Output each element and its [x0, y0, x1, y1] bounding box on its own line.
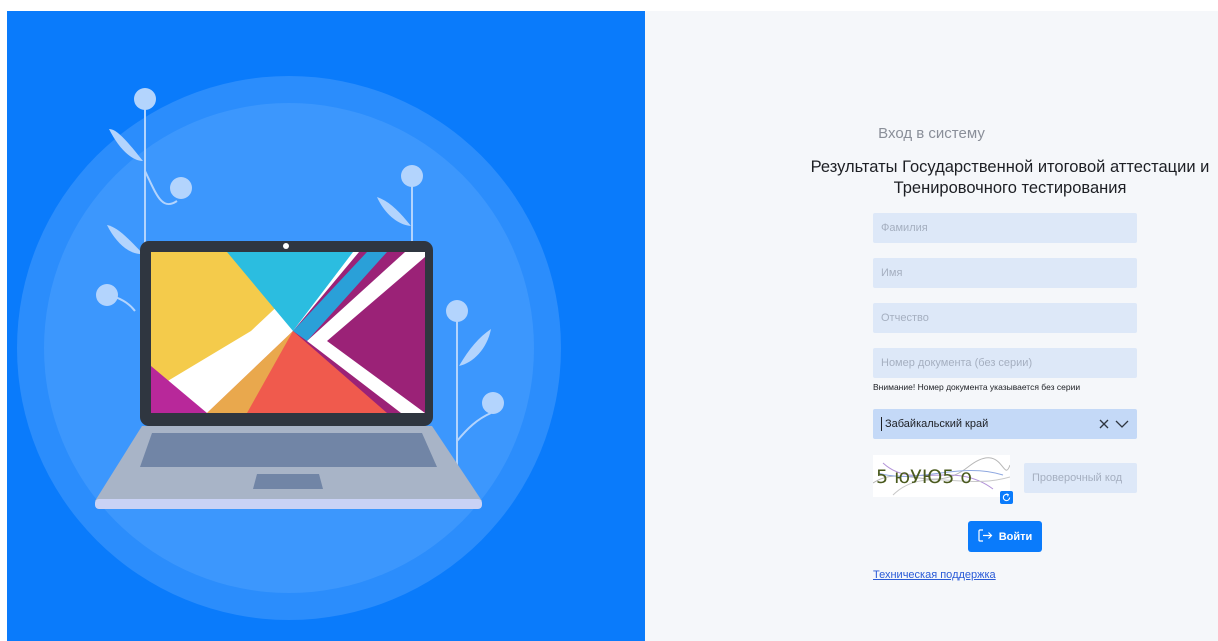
laptop [95, 241, 482, 509]
region-select[interactable]: Забайкальский край [873, 409, 1137, 439]
illustration-panel [7, 11, 645, 641]
login-panel: Вход в систему Результаты Государственно… [645, 11, 1218, 641]
surname-input[interactable] [873, 213, 1137, 243]
login-heading: Вход в систему [878, 125, 985, 142]
laptop-touchpad [253, 474, 323, 489]
login-arrow-icon [978, 528, 993, 545]
laptop-illustration [17, 76, 561, 620]
page-subtitle: Результаты Государственной итоговой атте… [810, 158, 1210, 197]
document-note: Внимание! Номер документа указывается бе… [873, 382, 1081, 392]
laptop-front-edge [95, 499, 482, 509]
login-button[interactable]: Войти [968, 521, 1042, 552]
captcha-code: 5 юУЮ5 о [876, 466, 972, 488]
refresh-icon[interactable] [1000, 491, 1013, 504]
document-number-input[interactable] [873, 348, 1137, 378]
text-caret [881, 417, 882, 431]
support-link[interactable]: Техническая поддержка [873, 569, 996, 581]
laptop-screen [151, 252, 425, 413]
captcha-input[interactable] [1024, 463, 1137, 493]
name-input[interactable] [873, 258, 1137, 288]
laptop-camera [283, 243, 289, 249]
clear-icon[interactable] [1099, 419, 1109, 429]
region-selected-value: Забайкальский край [885, 418, 989, 430]
laptop-keyboard [140, 433, 437, 467]
chevron-down-icon[interactable] [1115, 420, 1129, 429]
login-page: Вход в систему Результаты Государственно… [0, 0, 1218, 641]
captcha-image: 5 юУЮ5 о [873, 455, 1010, 497]
login-button-label: Войти [998, 530, 1033, 543]
patronymic-input[interactable] [873, 303, 1137, 333]
